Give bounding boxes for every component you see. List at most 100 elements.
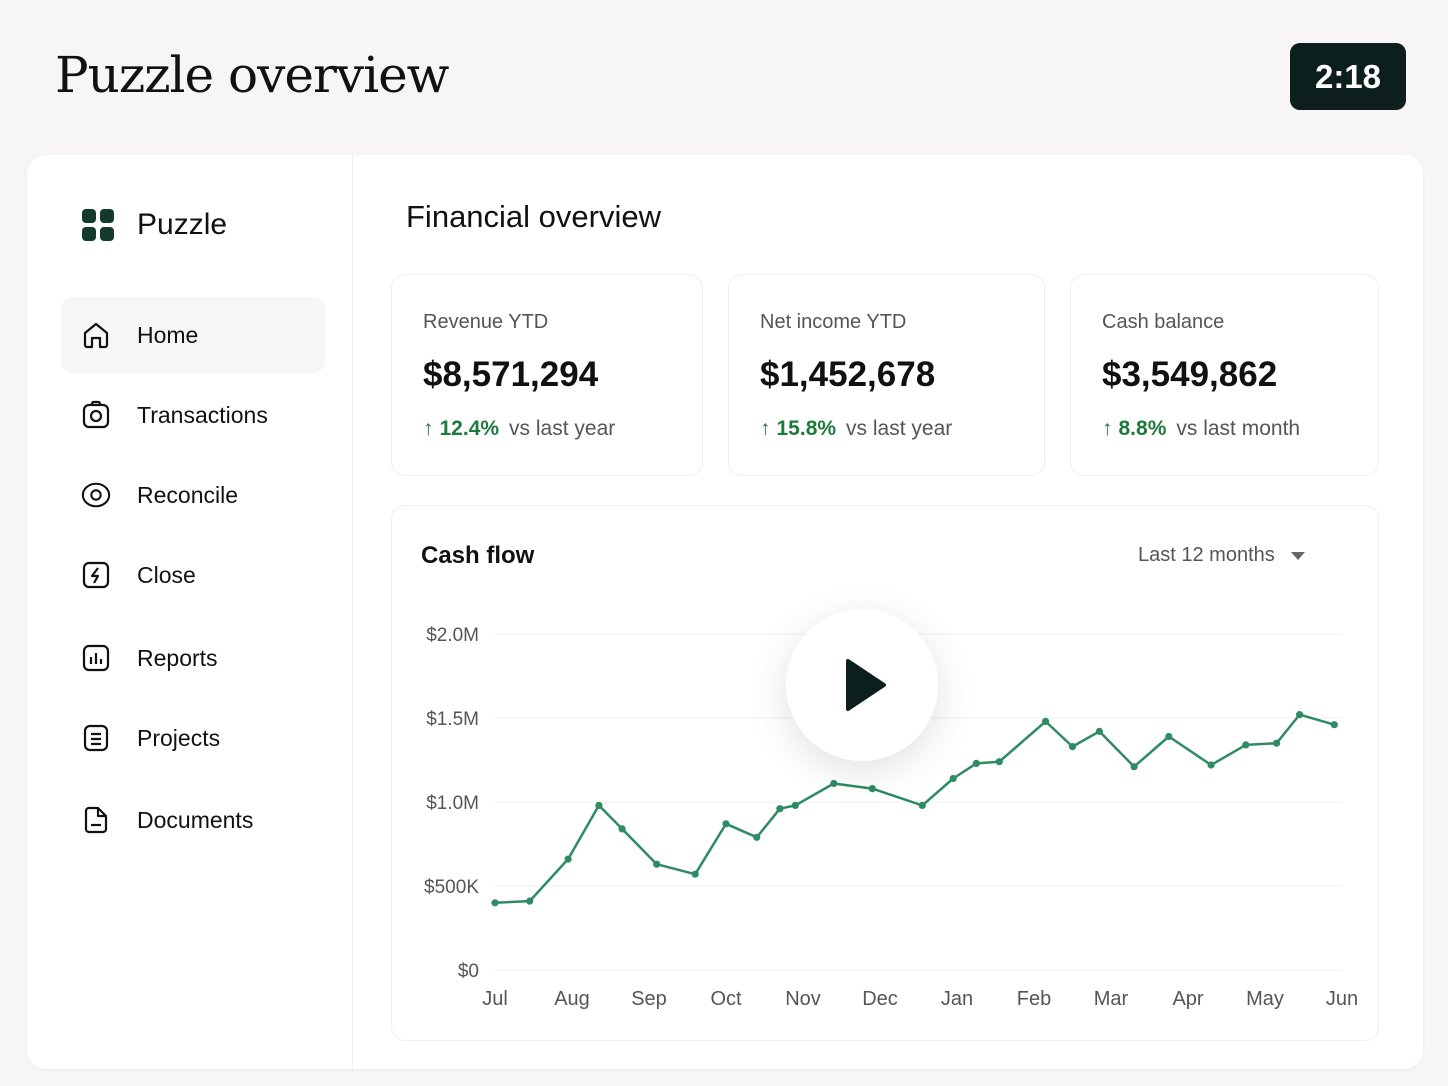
x-tick-label: Sep bbox=[631, 988, 667, 1010]
data-point bbox=[1242, 741, 1250, 749]
kpi-card-net-income[interactable]: Net income YTD $1,452,678 ↑ 15.8% vs las… bbox=[728, 274, 1045, 476]
data-point bbox=[830, 779, 838, 788]
kpi-delta: ↑ 15.8% vs last year bbox=[760, 417, 952, 441]
sidebar: Puzzle Home Transactions Reconcile Close bbox=[27, 155, 353, 1069]
y-tick-label: $500K bbox=[424, 877, 479, 898]
data-point bbox=[653, 860, 661, 868]
x-tick-label: Oct bbox=[710, 988, 742, 1010]
cash-flow-card: Cash flow Last 12 months $0 $500K $1.0M $1.… bbox=[391, 505, 1379, 1041]
kpi-value: $8,571,294 bbox=[423, 355, 599, 394]
sidebar-item-label: Transactions bbox=[137, 401, 268, 428]
lightning-icon bbox=[81, 560, 111, 590]
kpi-delta-comparison: vs last year bbox=[509, 417, 616, 440]
kpi-card-revenue[interactable]: Revenue YTD $8,571,294 ↑ 12.4% vs last y… bbox=[391, 274, 703, 476]
sidebar-item-reports[interactable]: Reports bbox=[61, 620, 325, 696]
sidebar-item-label: Close bbox=[137, 561, 196, 588]
sidebar-item-label: Home bbox=[137, 321, 199, 348]
list-icon bbox=[81, 723, 111, 753]
home-icon bbox=[81, 320, 111, 350]
x-tick-label: Jul bbox=[482, 988, 508, 1010]
kpi-delta-percent: 12.4% bbox=[439, 417, 500, 440]
kpi-delta-percent: 8.8% bbox=[1118, 417, 1167, 440]
kpi-label: Net income YTD bbox=[760, 311, 907, 333]
data-point bbox=[691, 870, 699, 878]
kpi-delta: ↑ 8.8% vs last month bbox=[1102, 417, 1300, 441]
y-tick-label: $1.5M bbox=[426, 709, 479, 730]
x-tick-label: May bbox=[1246, 988, 1284, 1010]
play-button[interactable] bbox=[786, 609, 938, 761]
camera-icon bbox=[81, 400, 111, 430]
arrow-up-icon: ↑ bbox=[1102, 417, 1113, 440]
x-tick-label: Aug bbox=[554, 988, 590, 1010]
kpi-delta-comparison: vs last year bbox=[846, 417, 953, 440]
kpi-delta: ↑ 12.4% vs last year bbox=[423, 417, 615, 441]
x-tick-label: Nov bbox=[785, 988, 821, 1010]
data-point bbox=[1042, 717, 1050, 725]
section-title: Financial overview bbox=[406, 199, 661, 234]
main-content: Financial overview Revenue YTD $8,571,29… bbox=[353, 155, 1423, 1069]
arrow-up-icon: ↑ bbox=[423, 417, 434, 440]
arrow-up-icon: ↑ bbox=[760, 417, 771, 440]
y-tick-label: $1.0M bbox=[426, 793, 479, 814]
data-point bbox=[1207, 761, 1215, 769]
data-point bbox=[526, 897, 534, 905]
data-point bbox=[722, 820, 730, 828]
data-point bbox=[1130, 763, 1138, 771]
data-point bbox=[1296, 711, 1304, 719]
data-point bbox=[1068, 743, 1077, 751]
data-point bbox=[1095, 727, 1103, 735]
sidebar-item-label: Documents bbox=[137, 806, 254, 833]
cash-flow-chart: $0 $500K $1.0M $1.5M $2.0M Jul Aug Sep Oct Nov Dec… bbox=[424, 625, 1358, 1010]
sidebar-item-documents[interactable]: Documents bbox=[61, 782, 325, 858]
data-point bbox=[995, 758, 1003, 766]
data-point bbox=[1165, 732, 1173, 741]
x-tick-label: Feb bbox=[1017, 988, 1051, 1010]
y-tick-label: $2.0M bbox=[426, 625, 479, 646]
y-tick-label: $0 bbox=[458, 961, 479, 982]
sidebar-item-projects[interactable]: Projects bbox=[61, 700, 325, 776]
x-tick-label: Apr bbox=[1172, 988, 1203, 1010]
page-title: Puzzle overview bbox=[55, 46, 449, 104]
report-icon bbox=[81, 643, 111, 673]
data-point bbox=[491, 899, 499, 907]
kpi-value: $1,452,678 bbox=[760, 355, 936, 394]
data-point bbox=[595, 801, 603, 809]
sidebar-item-label: Projects bbox=[137, 724, 221, 751]
data-point bbox=[1273, 739, 1281, 747]
puzzle-logo-icon bbox=[82, 209, 114, 241]
app-window: Puzzle Home Transactions Reconcile Close bbox=[27, 155, 1423, 1069]
kpi-delta-percent: 15.8% bbox=[776, 417, 837, 440]
kpi-card-cash-balance[interactable]: Cash balance $3,549,862 ↑ 8.8% vs last m… bbox=[1070, 274, 1379, 476]
data-point bbox=[868, 785, 876, 793]
data-point bbox=[564, 855, 572, 863]
sidebar-item-label: Reconcile bbox=[137, 481, 238, 508]
x-tick-label: Jan bbox=[941, 988, 973, 1010]
x-tick-label: Mar bbox=[1094, 988, 1129, 1010]
kpi-value: $3,549,862 bbox=[1102, 355, 1278, 394]
sidebar-item-transactions[interactable]: Transactions bbox=[61, 377, 325, 453]
sidebar-item-reconcile[interactable]: Reconcile bbox=[61, 457, 325, 533]
series-line bbox=[494, 713, 1335, 905]
sidebar-item-home[interactable]: Home bbox=[61, 297, 325, 373]
data-point bbox=[791, 801, 799, 809]
brand-name: Puzzle bbox=[137, 208, 228, 241]
x-tick-label: Dec bbox=[862, 988, 898, 1010]
kpi-delta-comparison: vs last month bbox=[1176, 417, 1301, 440]
document-icon bbox=[81, 805, 111, 835]
data-point bbox=[918, 801, 926, 809]
play-icon bbox=[846, 659, 886, 711]
data-point bbox=[776, 805, 784, 813]
timer-badge: 2:18 bbox=[1290, 43, 1406, 110]
sidebar-item-close[interactable]: Close bbox=[61, 537, 325, 613]
kpi-label: Cash balance bbox=[1102, 311, 1225, 333]
data-point bbox=[949, 774, 957, 783]
eye-icon bbox=[81, 480, 111, 510]
kpi-label: Revenue YTD bbox=[423, 311, 549, 333]
data-point bbox=[972, 759, 980, 767]
x-tick-label: Jun bbox=[1326, 988, 1358, 1010]
data-point bbox=[1330, 721, 1338, 729]
sidebar-item-label: Reports bbox=[137, 644, 218, 671]
data-point bbox=[618, 825, 626, 833]
brand[interactable]: Puzzle bbox=[82, 208, 227, 242]
data-point bbox=[753, 833, 761, 841]
